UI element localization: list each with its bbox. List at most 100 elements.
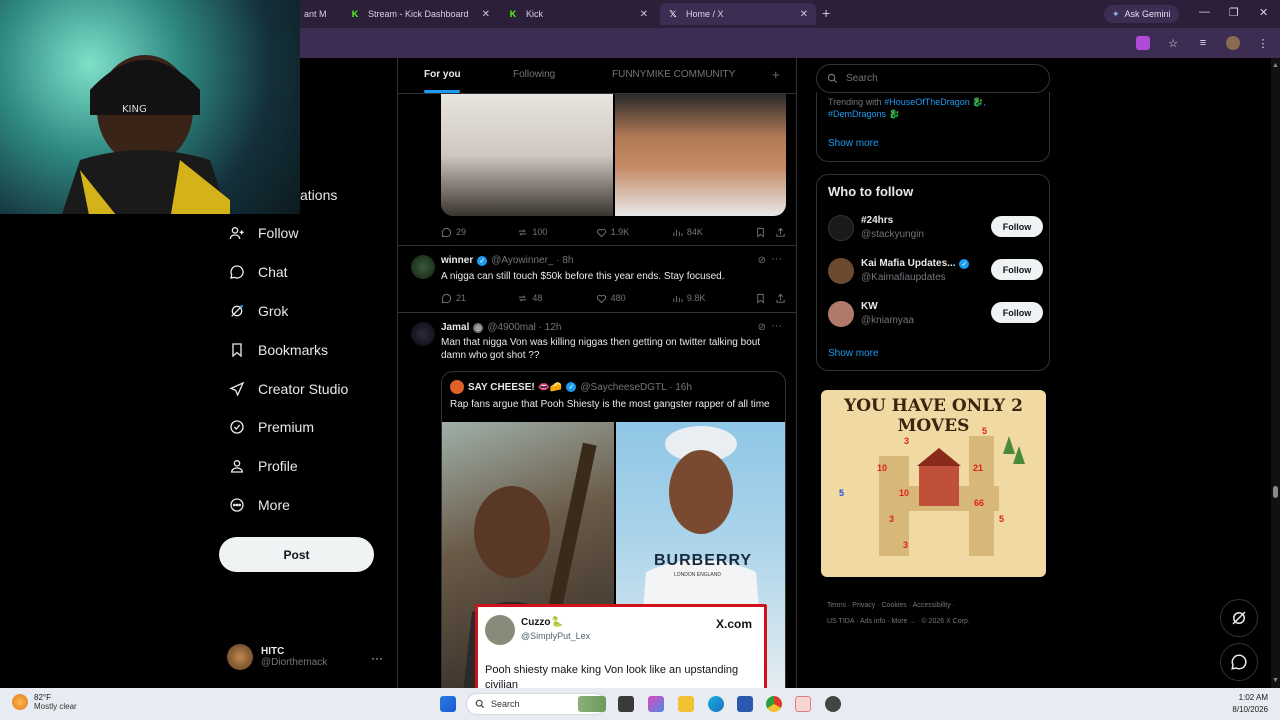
nav-partial-notifications[interactable]: ations xyxy=(300,183,337,207)
page-scrollbar[interactable]: ▲ ▼ xyxy=(1271,58,1280,688)
show-more-link[interactable]: Show more xyxy=(828,138,879,149)
footer-link-terms[interactable]: Terms xyxy=(827,602,846,609)
like-button[interactable]: 1.9K xyxy=(596,227,672,238)
bookmark-button[interactable] xyxy=(755,227,775,238)
system-clock[interactable]: 1:02 AM 8/10/2026 xyxy=(1232,692,1268,716)
scroll-down-icon[interactable]: ▼ xyxy=(1272,677,1279,684)
grok-floating-button[interactable] xyxy=(1220,599,1258,637)
trending-hashtag[interactable]: #DemDragons 🐉 xyxy=(828,109,900,119)
scroll-up-icon[interactable]: ▲ xyxy=(1272,62,1279,69)
author-name[interactable]: Jamal xyxy=(441,322,469,333)
start-menu-icon[interactable] xyxy=(440,696,456,712)
repost-button[interactable]: 48 xyxy=(517,293,595,304)
follow-suggestion[interactable]: #24hrs @stackyungin Follow xyxy=(828,213,1043,243)
reply-button[interactable]: 21 xyxy=(441,293,517,304)
feed-tabs: For you Following FUNNYMIKE COMMUNITY + xyxy=(398,58,796,94)
share-button[interactable] xyxy=(775,293,786,304)
close-tab-icon[interactable]: ✕ xyxy=(482,9,490,20)
reply-button[interactable]: 29 xyxy=(441,227,517,238)
footer-link-accessibility[interactable]: Accessibility xyxy=(913,602,951,609)
repost-button[interactable]: 100 xyxy=(517,227,595,238)
avatar[interactable] xyxy=(411,322,435,346)
follow-button[interactable]: Follow xyxy=(991,216,1043,237)
nav-item-bookmarks[interactable]: Bookmarks xyxy=(228,338,328,362)
follow-suggestion[interactable]: KW @kniamyaa Follow xyxy=(828,299,1043,329)
menu-kebab-icon[interactable]: ⋮ xyxy=(1256,36,1270,50)
quote-media[interactable]: BURBERRY LONDON ENGLAND Cuzzo🐍 @SimplyPu… xyxy=(442,422,785,688)
views-button[interactable]: 9.8K xyxy=(672,293,755,304)
weather-widget[interactable]: 82°F Mostly clear xyxy=(12,693,77,711)
close-tab-icon[interactable]: ✕ xyxy=(640,9,648,20)
tab-home-x[interactable]: 𝕏 Home / X ✕ xyxy=(660,3,816,25)
extension-icon[interactable] xyxy=(1136,36,1150,50)
profile-avatar-icon[interactable] xyxy=(1226,36,1240,50)
author-name[interactable]: winner xyxy=(441,255,473,266)
footer-link-ads-info[interactable]: Ads info xyxy=(860,618,885,625)
temperature: 82°F xyxy=(34,693,51,702)
close-tab-icon[interactable]: ✕ xyxy=(800,9,808,20)
more-dots-icon[interactable]: ··· xyxy=(771,320,782,332)
tab-for-you[interactable]: For you xyxy=(424,69,461,80)
chrome-icon[interactable] xyxy=(766,696,782,712)
nav-item-premium[interactable]: Premium xyxy=(228,415,314,439)
author-handle[interactable]: @4900mal · 12h xyxy=(487,322,561,333)
post-button[interactable]: Post xyxy=(219,537,374,572)
grok-icon[interactable]: ⊘ xyxy=(758,322,766,333)
footer-link-privacy[interactable]: Privacy xyxy=(852,602,875,609)
avatar xyxy=(828,301,854,327)
footer-link-cookies[interactable]: Cookies xyxy=(881,602,906,609)
follow-button[interactable]: Follow xyxy=(991,302,1043,323)
nav-item-more[interactable]: More xyxy=(228,493,290,517)
chat-floating-button[interactable] xyxy=(1220,643,1258,681)
playlist-icon[interactable]: ≡ xyxy=(1196,36,1210,50)
search-input[interactable]: Search xyxy=(816,64,1050,93)
maximize-icon[interactable]: ❐ xyxy=(1229,6,1239,19)
ask-gemini-button[interactable]: ✦ Ask Gemini xyxy=(1104,5,1179,23)
close-window-icon[interactable]: ✕ xyxy=(1259,6,1268,19)
views-button[interactable]: 84K xyxy=(672,227,755,238)
obs-icon[interactable] xyxy=(825,696,841,712)
scrollbar-thumb[interactable] xyxy=(1273,486,1278,498)
new-tab-button[interactable]: + xyxy=(822,5,830,21)
task-view-icon[interactable] xyxy=(618,696,634,712)
share-button[interactable] xyxy=(775,227,786,238)
show-more-link[interactable]: Show more xyxy=(828,348,879,359)
author-handle[interactable]: @Ayowinner_ · 8h xyxy=(491,255,573,266)
trending-hashtag[interactable]: #HouseOfTheDragon 🐉, xyxy=(884,97,986,107)
edge-icon[interactable] xyxy=(708,696,724,712)
tab-community[interactable]: FUNNYMIKE COMMUNITY xyxy=(612,69,735,80)
account-switcher[interactable]: HITC @Diorthemack xyxy=(227,644,327,670)
avatar[interactable] xyxy=(411,255,435,279)
footer-link-tida[interactable]: US TIDA xyxy=(827,618,854,625)
store-icon[interactable] xyxy=(737,696,753,712)
nav-item-chat[interactable]: Chat xyxy=(228,260,288,284)
follow-suggestion[interactable]: Kai Mafia Updates... ✓ @Kaimafiaupdates F… xyxy=(828,256,1043,286)
tab-kick-dashboard[interactable]: K Stream - Kick Dashboard ✕ xyxy=(342,3,498,25)
nav-item-profile[interactable]: Profile xyxy=(228,454,298,478)
nav-item-follow[interactable]: Follow xyxy=(228,221,298,245)
minimize-icon[interactable]: — xyxy=(1199,6,1210,18)
app-icon[interactable] xyxy=(795,696,811,712)
copilot-icon[interactable] xyxy=(648,696,664,712)
search-placeholder: Search xyxy=(846,73,878,84)
tab-following[interactable]: Following xyxy=(513,69,555,80)
like-button[interactable]: 480 xyxy=(596,293,672,304)
repost-count: 100 xyxy=(532,227,548,237)
grok-icon[interactable]: ⊘ xyxy=(758,255,766,266)
star-icon[interactable]: ☆ xyxy=(1166,36,1180,50)
footer-link-more[interactable]: More ... xyxy=(891,618,915,625)
tweet-media[interactable] xyxy=(441,94,786,216)
more-dots-icon[interactable]: ··· xyxy=(371,651,383,665)
follow-button[interactable]: Follow xyxy=(991,259,1043,280)
widget-icon[interactable] xyxy=(578,696,606,712)
game-ad[interactable]: YOU HAVE ONLY 2 MOVES 3 5 10 21 10 66 5 … xyxy=(821,390,1046,577)
tab-kick[interactable]: K Kick ✕ xyxy=(500,3,656,25)
file-explorer-icon[interactable] xyxy=(678,696,694,712)
quoted-tweet[interactable]: SAY CHEESE! 👄🧀 ✓ @SaycheeseDGTL · 16h Ra… xyxy=(441,371,786,688)
nav-item-creator-studio[interactable]: Creator Studio xyxy=(228,377,348,401)
add-tab-icon[interactable]: + xyxy=(772,67,780,82)
more-dots-icon[interactable]: ··· xyxy=(771,253,782,265)
tab-partial[interactable]: ant M xyxy=(296,3,344,25)
bookmark-button[interactable] xyxy=(755,293,775,304)
nav-item-grok[interactable]: Grok xyxy=(228,299,288,323)
